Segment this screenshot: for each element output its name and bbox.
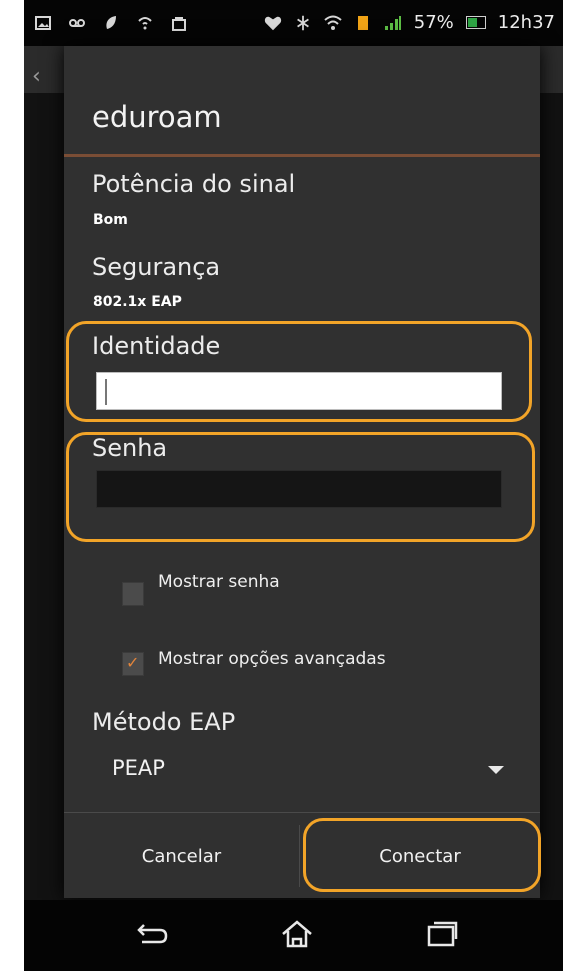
bag-icon (170, 14, 188, 32)
show-password-label[interactable]: Mostrar senha (158, 572, 280, 592)
show-advanced-checkbox[interactable] (122, 652, 144, 676)
battery-icon (465, 16, 486, 29)
back-icon[interactable] (126, 908, 178, 960)
back-chevron-icon: ‹ (32, 64, 41, 89)
dialog-title: eduroam (92, 100, 222, 134)
navigation-bar (24, 900, 563, 971)
status-bar: 57% 12h37 (24, 0, 563, 46)
security-value: 802.1x EAP (93, 294, 182, 310)
sim-icon (354, 14, 372, 32)
cancel-button[interactable]: Cancelar (64, 813, 299, 899)
identity-highlight (66, 321, 532, 422)
system-icons: 57% 12h37 (264, 12, 555, 33)
wifi-icon (324, 14, 342, 32)
voicemail-icon (68, 14, 86, 32)
clock: 12h37 (497, 12, 555, 33)
bluetooth-icon (294, 14, 312, 32)
signal-strength-value: Bom (93, 212, 128, 228)
dropdown-arrow-icon[interactable] (488, 766, 504, 774)
show-password-checkbox[interactable] (122, 582, 144, 606)
signal-strength-label: Potência do sinal (92, 170, 296, 198)
eap-method-select[interactable]: PEAP (112, 756, 165, 780)
password-highlight (66, 432, 535, 542)
phone-screen: 57% 12h37 ‹ eduroam Potência do sinal Bo… (24, 0, 563, 971)
recent-apps-icon[interactable] (416, 908, 468, 960)
home-icon[interactable] (271, 908, 323, 960)
show-advanced-label[interactable]: Mostrar opções avançadas (158, 649, 386, 669)
battery-percent: 57% (413, 12, 454, 33)
battery-level (467, 18, 477, 27)
leaf-icon (102, 14, 120, 32)
connect-highlight (303, 818, 541, 892)
eap-method-label: Método EAP (92, 708, 236, 736)
notification-icons (34, 14, 188, 32)
wifi-question-icon (136, 14, 154, 32)
signal-icon (384, 14, 402, 32)
picture-icon (34, 14, 52, 32)
heart-icon (264, 14, 282, 32)
security-label: Segurança (92, 253, 221, 281)
title-divider (64, 154, 540, 157)
